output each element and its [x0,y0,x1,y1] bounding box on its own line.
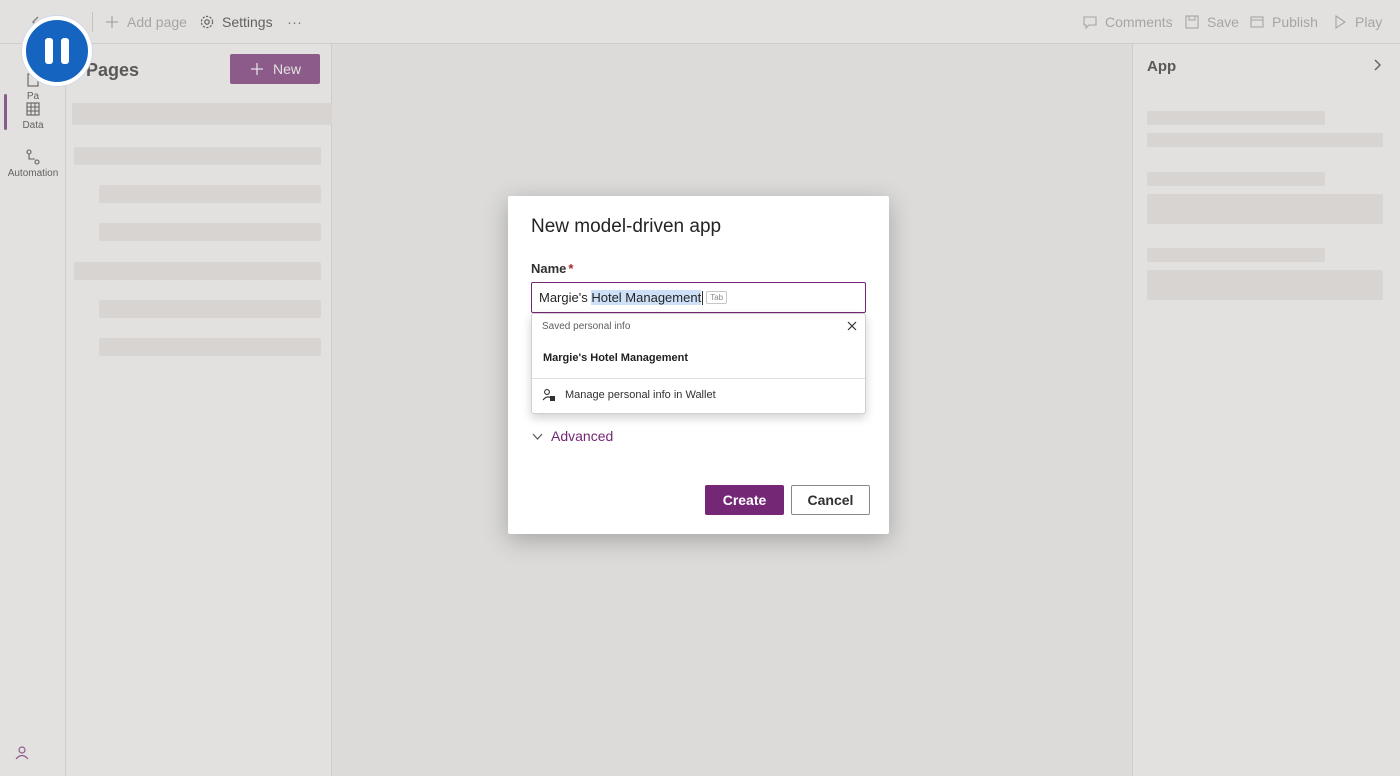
autofill-dropdown: Saved personal info Margie's Hotel Manag… [531,313,866,414]
manage-wallet-label: Manage personal info in Wallet [565,389,716,401]
new-app-dialog: New model-driven app Name * Margie's Hote… [508,196,889,534]
name-input-selection: Hotel Management [591,290,702,305]
cancel-button[interactable]: Cancel [791,485,870,515]
pause-recording-button[interactable] [22,16,92,86]
pause-icon-bar [45,38,53,64]
pause-icon-bar [61,38,69,64]
wallet-person-icon [542,389,555,401]
dialog-title: New model-driven app [531,216,722,237]
create-button[interactable]: Create [705,485,784,515]
name-input[interactable]: Margie's Hotel Management Tab [531,282,866,313]
autofill-suggestion[interactable]: Margie's Hotel Management [543,352,688,364]
tab-hint: Tab [706,291,728,304]
autofill-header: Saved personal info [542,321,631,332]
text-cursor [702,290,704,305]
name-label-text: Name [531,261,567,276]
required-marker: * [568,261,574,276]
manage-wallet-link[interactable]: Manage personal info in Wallet [542,388,716,402]
close-icon[interactable] [845,319,859,333]
chevron-down-icon [532,433,543,440]
name-input-text: Margie's [539,290,592,305]
advanced-toggle[interactable]: Advanced [531,428,613,444]
name-label: Name * [531,261,573,276]
divider [532,378,865,379]
advanced-label: Advanced [551,428,614,444]
